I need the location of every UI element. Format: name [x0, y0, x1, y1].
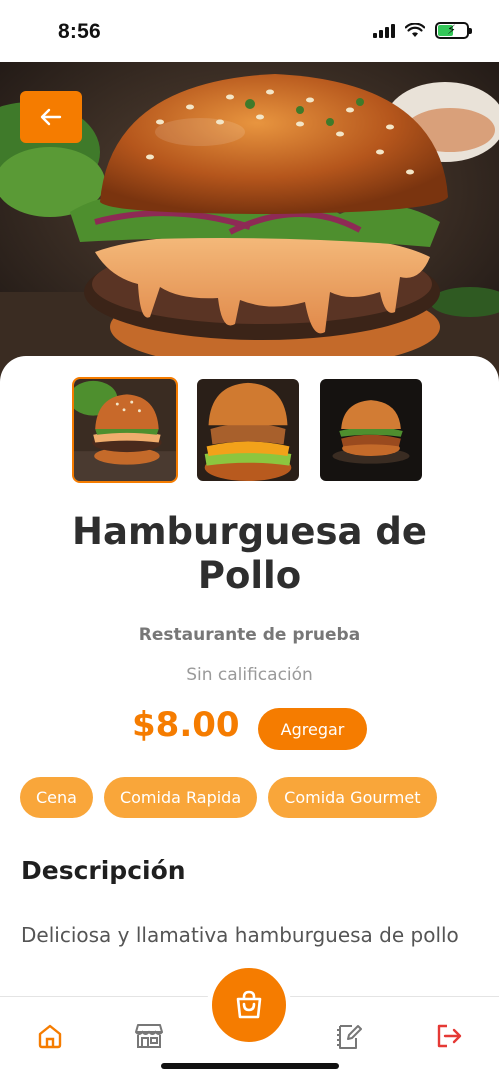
nav-home[interactable] — [33, 1019, 67, 1053]
signal-icon — [373, 23, 395, 38]
restaurant-name[interactable]: Restaurante de prueba — [0, 625, 499, 645]
logout-icon — [437, 1024, 462, 1048]
product-title: Hamburguesa de Pollo — [72, 510, 427, 597]
back-button[interactable] — [20, 91, 82, 143]
status-bar: 8:56 ⚡ — [0, 0, 499, 62]
category-tags: Cena Comida Rapida Comida Gourmet — [20, 777, 437, 818]
home-indicator — [161, 1063, 339, 1069]
tag-chip[interactable]: Comida Rapida — [103, 777, 258, 818]
battery-charging-icon: ⚡ — [435, 22, 472, 39]
tag-chip[interactable]: Comida Gourmet — [268, 777, 437, 818]
arrow-left-icon — [40, 108, 62, 126]
image-gallery — [72, 377, 424, 483]
nav-stores[interactable] — [132, 1019, 166, 1053]
gallery-thumbnail-2[interactable] — [195, 377, 301, 483]
product-description: Deliciosa y llamativa hamburguesa de pol… — [21, 923, 459, 947]
cart-button[interactable] — [207, 963, 291, 1047]
nav-orders[interactable] — [332, 1019, 366, 1053]
home-icon — [38, 1024, 62, 1049]
gallery-thumbnail-1[interactable] — [72, 377, 178, 483]
shopping-bag-icon — [236, 990, 262, 1019]
status-icons: ⚡ — [373, 22, 472, 39]
bottom-navigation — [0, 963, 499, 1080]
orders-edit-icon — [337, 1025, 362, 1049]
status-time: 8:56 — [58, 20, 101, 43]
description-heading: Descripción — [21, 856, 186, 885]
tag-chip[interactable]: Cena — [20, 777, 93, 818]
wifi-icon — [405, 23, 425, 37]
add-to-cart-button[interactable]: Agregar — [258, 708, 367, 750]
store-icon — [135, 1024, 163, 1048]
gallery-thumbnail-3[interactable] — [318, 377, 424, 483]
rating-text: Sin calificación — [186, 665, 313, 685]
product-price: $8.00 — [132, 705, 240, 745]
nav-logout[interactable] — [432, 1019, 466, 1053]
